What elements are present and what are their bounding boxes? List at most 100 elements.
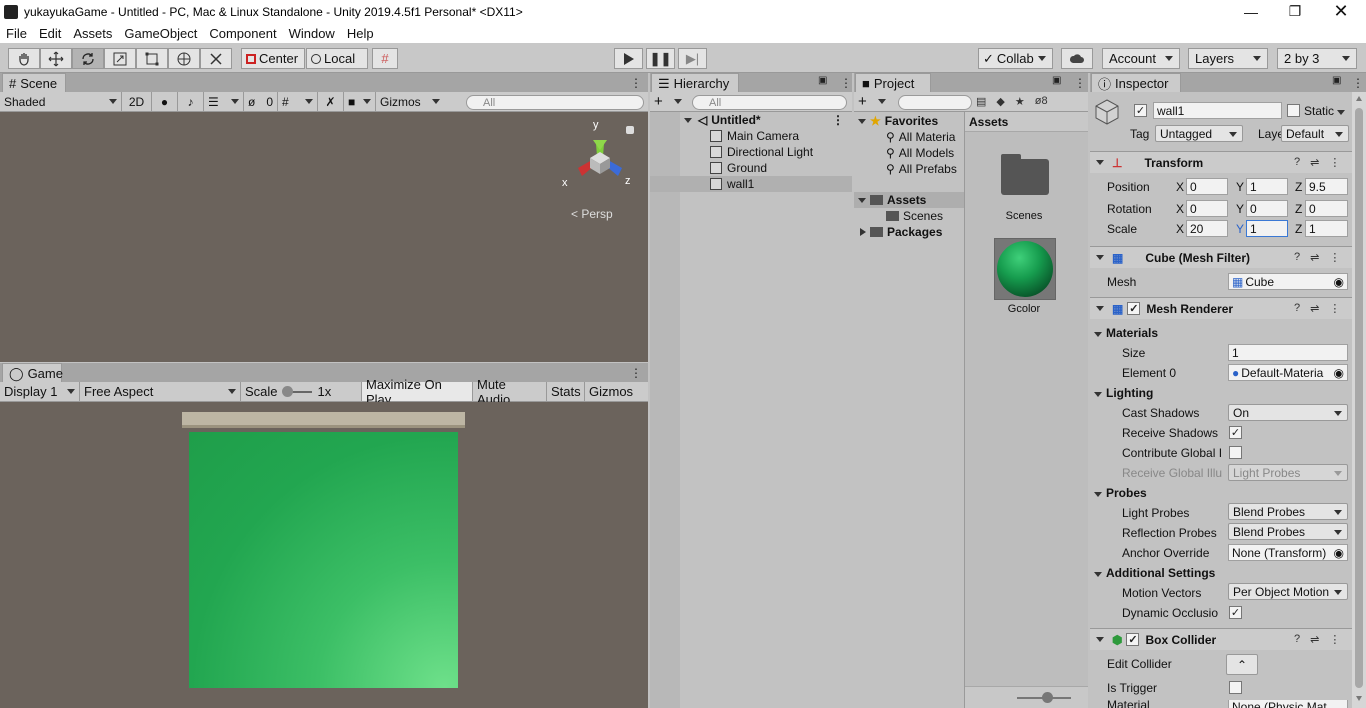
hidden-packages-toggle[interactable]: ø8 [1035,95,1048,108]
rotation-y-input[interactable]: 0 [1246,200,1288,217]
tab-hierarchy[interactable]: ☰ Hierarchy [651,73,739,93]
scrollbar-thumb[interactable] [1355,108,1363,688]
scroll-down-icon[interactable] [1356,696,1362,701]
reflection-probes-dropdown[interactable]: Blend Probes [1228,523,1348,540]
scene-root-item[interactable]: ◁ Untitled* ⋮ [650,112,852,128]
collab-dropdown[interactable]: ✓ Collab [978,48,1053,69]
help-icon[interactable]: ? [1294,302,1300,315]
object-picker-icon[interactable]: ◉ [1333,545,1344,560]
menu-file[interactable]: File [0,26,33,41]
grid-dropdown[interactable]: # [278,92,318,111]
additional-settings-foldout[interactable]: Additional Settings [1094,566,1215,580]
materials-foldout[interactable]: Materials [1094,326,1158,340]
preset-icon[interactable]: ⇌ [1310,251,1319,264]
favorites-all-prefabs[interactable]: ⚲ All Prefabs [886,162,957,176]
hierarchy-item-wall1[interactable]: wall1 [650,176,852,192]
inspector-scrollbar[interactable] [1352,92,1366,708]
rotation-x-input[interactable]: 0 [1186,200,1228,217]
hidden-objects-toggle[interactable]: ø0 [244,92,278,111]
step-button[interactable]: ▶| [678,48,707,69]
light-probes-dropdown[interactable]: Blend Probes [1228,503,1348,520]
tab-scene[interactable]: # Scene [2,73,66,93]
tab-project[interactable]: ■ Project [855,73,931,93]
layer-dropdown[interactable]: Default [1281,125,1349,142]
layout-dropdown[interactable]: 2 by 3 [1277,48,1357,69]
scale-y-input[interactable]: 1 [1246,220,1288,237]
menu-component[interactable]: Component [203,26,282,41]
materials-size-input[interactable]: 1 [1228,344,1348,361]
position-z-input[interactable]: 9.5 [1305,178,1348,195]
tab-inspector[interactable]: ⓘ Inspector [1091,73,1181,93]
position-y-input[interactable]: 1 [1246,178,1288,195]
packages-folder-item[interactable]: Packages [860,225,942,239]
scale-slider[interactable]: Scale 1x [241,382,362,401]
pause-button[interactable]: ❚❚ [646,48,675,69]
favorites-all-materials[interactable]: ⚲ All Materia [886,130,955,144]
scene-viewport[interactable] [0,112,648,362]
project-menu-icon[interactable]: ⋮ [1074,76,1086,90]
favorites-all-models[interactable]: ⚲ All Models [886,146,954,160]
preset-icon[interactable]: ⇌ [1310,156,1319,169]
project-lock-icon[interactable]: ▣ [1052,75,1061,86]
display-dropdown[interactable]: Display 1 [0,382,80,401]
rotate-tool-icon[interactable] [72,48,104,69]
tab-game[interactable]: ◯ Game [2,363,63,383]
filter-type-icon[interactable]: ▤ [976,95,986,108]
tools-icon[interactable]: ✗ [318,92,344,111]
scenes-folder-asset[interactable] [999,154,1049,196]
component-menu-icon[interactable]: ⋮ [1329,302,1340,315]
hierarchy-search-input[interactable]: All [692,95,847,110]
menu-help[interactable]: Help [341,26,380,41]
is-trigger-checkbox[interactable] [1229,681,1242,694]
maximize-on-play-toggle[interactable]: Maximize On Play [362,377,473,407]
gcolor-material-asset[interactable] [994,238,1056,300]
scale-x-input[interactable]: 20 [1186,220,1228,237]
account-dropdown[interactable]: Account [1102,48,1180,69]
hierarchy-menu-icon[interactable]: ⋮ [840,76,852,90]
inspector-menu-icon[interactable]: ⋮ [1352,76,1364,90]
hand-tool-icon[interactable] [8,48,40,69]
anchor-override-field[interactable]: None (Transform) ◉ [1228,544,1348,561]
contribute-gi-checkbox[interactable] [1229,446,1242,459]
effects-dropdown[interactable]: ☰ [204,92,244,111]
scroll-up-icon[interactable] [1356,96,1362,101]
position-x-input[interactable]: 0 [1186,178,1228,195]
help-icon[interactable]: ? [1294,156,1300,169]
pivot-center-button[interactable]: Center [241,48,305,69]
transform-tool-icon[interactable] [168,48,200,69]
object-picker-icon[interactable]: ◉ [1334,275,1344,289]
camera-dropdown[interactable]: ■ [344,92,376,111]
probes-foldout[interactable]: Probes [1094,486,1147,500]
asset-size-thumb[interactable] [1042,692,1053,703]
help-icon[interactable]: ? [1294,251,1300,264]
edit-collider-button[interactable]: ⌃ [1226,654,1258,675]
game-menu-icon[interactable]: ⋮ [630,366,642,380]
scene-item-menu-icon[interactable]: ⋮ [832,113,844,127]
menu-edit[interactable]: Edit [33,26,67,41]
project-search-input[interactable] [898,95,972,110]
object-name-input[interactable]: wall1 [1153,102,1282,119]
menu-assets[interactable]: Assets [67,26,118,41]
lock-icon[interactable] [626,126,634,134]
cloud-button[interactable] [1061,48,1093,69]
mesh-field[interactable]: ▦ Cube ◉ [1228,273,1348,290]
scale-thumb[interactable] [281,385,293,397]
motion-vectors-dropdown[interactable]: Per Object Motion [1228,583,1348,600]
hierarchy-item-ground[interactable]: Ground [650,160,852,176]
rotation-z-input[interactable]: 0 [1305,200,1348,217]
favorites-item[interactable]: ★ Favorites [858,114,938,128]
preset-icon[interactable]: ⇌ [1310,302,1319,315]
preset-icon[interactable]: ⇌ [1310,633,1319,646]
rect-tool-icon[interactable] [136,48,168,69]
scale-tool-icon[interactable] [104,48,136,69]
project-add-button[interactable]: + [854,92,890,111]
menu-window[interactable]: Window [283,26,341,41]
collider-material-field[interactable]: None (Physic Mat [1228,700,1348,708]
assets-folder-item[interactable]: Assets [858,193,926,207]
active-checkbox[interactable]: ✓ [1134,104,1147,117]
static-dropdown[interactable]: Static [1304,104,1346,118]
scene-search-input[interactable]: All [466,95,644,110]
scene-menu-icon[interactable]: ⋮ [630,76,642,90]
element0-field[interactable]: ● Default-Materia ◉ [1228,364,1348,381]
lighting-toggle-icon[interactable]: ● [152,92,178,111]
